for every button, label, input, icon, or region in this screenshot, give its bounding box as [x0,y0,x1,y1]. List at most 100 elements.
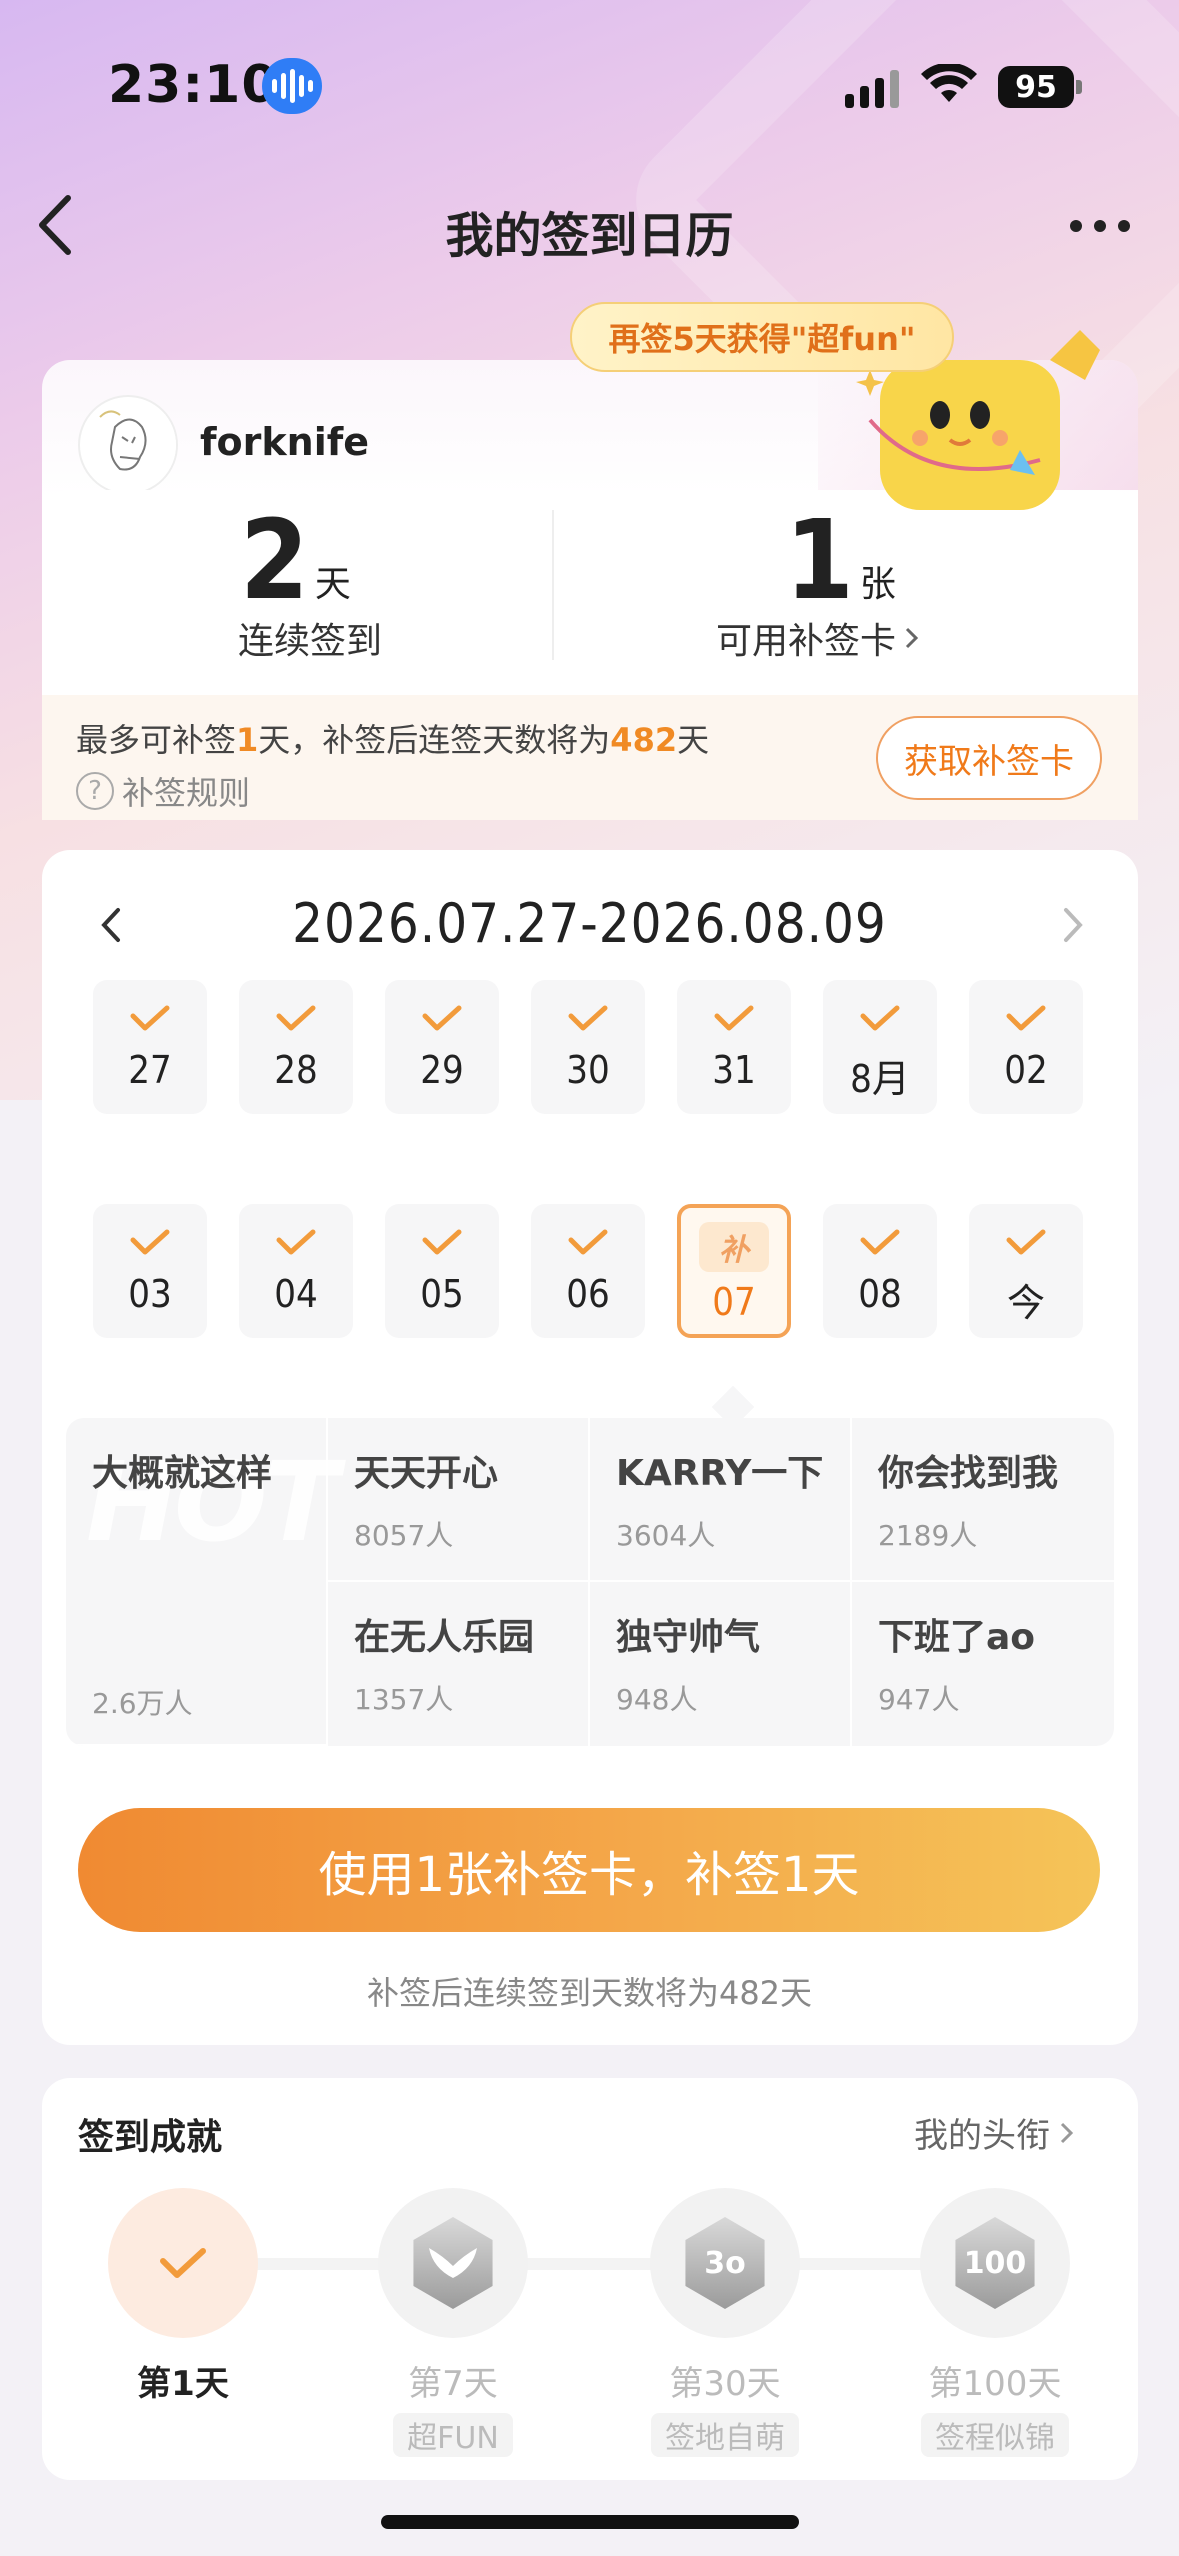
calendar-day[interactable]: 28 [239,980,353,1114]
calendar-day[interactable]: 05 [385,1204,499,1338]
calendar-day[interactable]: 29 [385,980,499,1114]
my-titles-label: 我的头衔 [914,2116,1050,2156]
calendar-day[interactable]: 31 [677,980,791,1114]
achievement-day-7[interactable]: 第7天 超FUN [378,2188,528,2457]
rank-cell[interactable]: KARRY一下 3604人 [590,1418,852,1582]
achievement-day-label: 第1天 [137,2364,229,2404]
chevron-right-icon [1060,2122,1074,2143]
makeup-rules-label: 补签规则 [122,774,251,812]
achievement-day-1[interactable]: 第1天 [108,2188,258,2405]
wings-badge-icon [413,2217,493,2309]
makeup-card-stat[interactable]: 1 张 [785,505,896,615]
makeup-card-unit: 张 [859,564,896,605]
rank-count: 8057人 [354,1519,454,1552]
promo-bubble: 再签5天获得"超fun" [570,302,954,372]
calendar-day-today[interactable]: 今 [969,1204,1083,1338]
more-options-icon[interactable] [1070,220,1130,232]
rank-cell[interactable]: 独守帅气 948人 [590,1582,852,1746]
day-number: 28 [274,1048,318,1092]
achievement-progress-line [230,2258,990,2270]
avatar-sketch-icon [82,399,176,493]
cellular-signal-icon [845,70,899,108]
achievement-day-label: 第100天 [928,2364,1062,2404]
calendar-day[interactable]: 04 [239,1204,353,1338]
day-number: 05 [420,1272,464,1316]
use-makeup-card-button[interactable]: 使用1张补签卡，补签1天 [78,1808,1100,1932]
calendar-day[interactable]: 08 [823,1204,937,1338]
day-number: 07 [712,1280,756,1324]
stats-panel [42,490,1138,690]
wifi-icon [921,64,977,102]
check-icon [568,1005,608,1031]
calendar-day[interactable]: 8月 [823,980,937,1114]
achievement-tag: 签程似锦 [921,2413,1069,2457]
rank-cell[interactable]: 下班了ao 947人 [852,1582,1114,1746]
popular-titles-grid: HOT 大概就这样 2.6万人 天天开心 8057人 KARRY一下 3604人… [66,1418,1114,1746]
achievement-day-label: 第30天 [669,2364,781,2404]
rank-count: 948人 [616,1683,698,1716]
makeup-days: 1 [236,721,259,759]
username: forknife [200,420,370,464]
rank-title: 你会找到我 [878,1453,1059,1494]
makeup-card-label: 可用补签卡 [716,621,897,662]
calendar-day[interactable]: 06 [531,1204,645,1338]
rank-title: 大概就这样 [92,1453,273,1494]
calendar-day[interactable]: 02 [969,980,1083,1114]
day-number: 29 [420,1048,464,1092]
day-number: 31 [712,1048,756,1092]
rank-title: 独守帅气 [616,1617,761,1658]
achievement-badge [378,2188,528,2338]
calendar-day[interactable]: 30 [531,980,645,1114]
cta-note: 补签后连续签到天数将为482天 [366,1974,813,2012]
check-icon [714,1005,754,1031]
makeup-rules-link[interactable]: ? 补签规则 [76,768,250,814]
makeup-card-count: 1 [785,496,854,624]
calendar-range: 2026.07.27-2026.08.09 [292,892,887,955]
voice-activity-icon [262,58,322,114]
rank-title: 在无人乐园 [354,1617,535,1658]
my-titles-link[interactable]: 我的头衔 [914,2108,1076,2157]
get-makeup-card-button[interactable]: 获取补签卡 [876,716,1102,800]
calendar-day[interactable]: 27 [93,980,207,1114]
check-icon [276,1005,316,1031]
day-number: 06 [566,1272,610,1316]
chevron-right-icon[interactable] [1058,900,1088,950]
battery-indicator: 95 [998,66,1074,108]
achievement-badge [108,2188,258,2338]
30-days-badge-icon: 3o [685,2217,765,2309]
streak-value: 2 [240,496,309,624]
rank-count: 2189人 [878,1519,978,1552]
100-days-badge-icon: 100 [955,2217,1035,2309]
rank-title: KARRY一下 [616,1453,824,1494]
streak-label: 连续签到 [238,621,383,662]
check-icon [160,2248,206,2278]
calendar-week-row-1: 27 28 29 30 31 8月 02 [93,980,1083,1114]
makeup-card-link[interactable]: 可用补签卡 [716,612,922,664]
makeup-total: 482 [610,721,678,759]
day-number: 03 [128,1272,172,1316]
day-number: 30 [566,1048,610,1092]
makeup-text-mid: 天，补签后连签天数将为 [258,721,611,759]
makeup-badge: 补 [699,1222,769,1272]
achievement-day-30[interactable]: 3o 第30天 签地自萌 [650,2188,800,2457]
calendar-day-makeup-selected[interactable]: 补 07 [677,1204,791,1338]
chevron-right-icon [905,627,919,649]
check-icon [422,1229,462,1255]
achievement-tag: 签地自萌 [651,2413,799,2457]
battery-tip [1076,80,1082,94]
rank-cell[interactable]: 你会找到我 2189人 [852,1418,1114,1582]
rank-count: 1357人 [354,1683,454,1716]
status-time: 23:10 [108,55,279,115]
streak-unit: 天 [314,564,351,605]
day-number: 04 [274,1272,318,1316]
avatar[interactable] [78,395,178,495]
home-indicator[interactable] [381,2515,799,2529]
rank-cell-featured[interactable]: HOT 大概就这样 2.6万人 [66,1418,339,1746]
rank-cell[interactable]: 天天开心 8057人 [328,1418,590,1582]
calendar-day[interactable]: 03 [93,1204,207,1338]
achievement-badge: 100 [920,2188,1070,2338]
rank-cell[interactable]: 在无人乐园 1357人 [328,1582,590,1746]
check-icon [130,1005,170,1031]
streak-stat: 2 天 [240,505,351,615]
achievement-day-100[interactable]: 100 第100天 签程似锦 [920,2188,1070,2457]
